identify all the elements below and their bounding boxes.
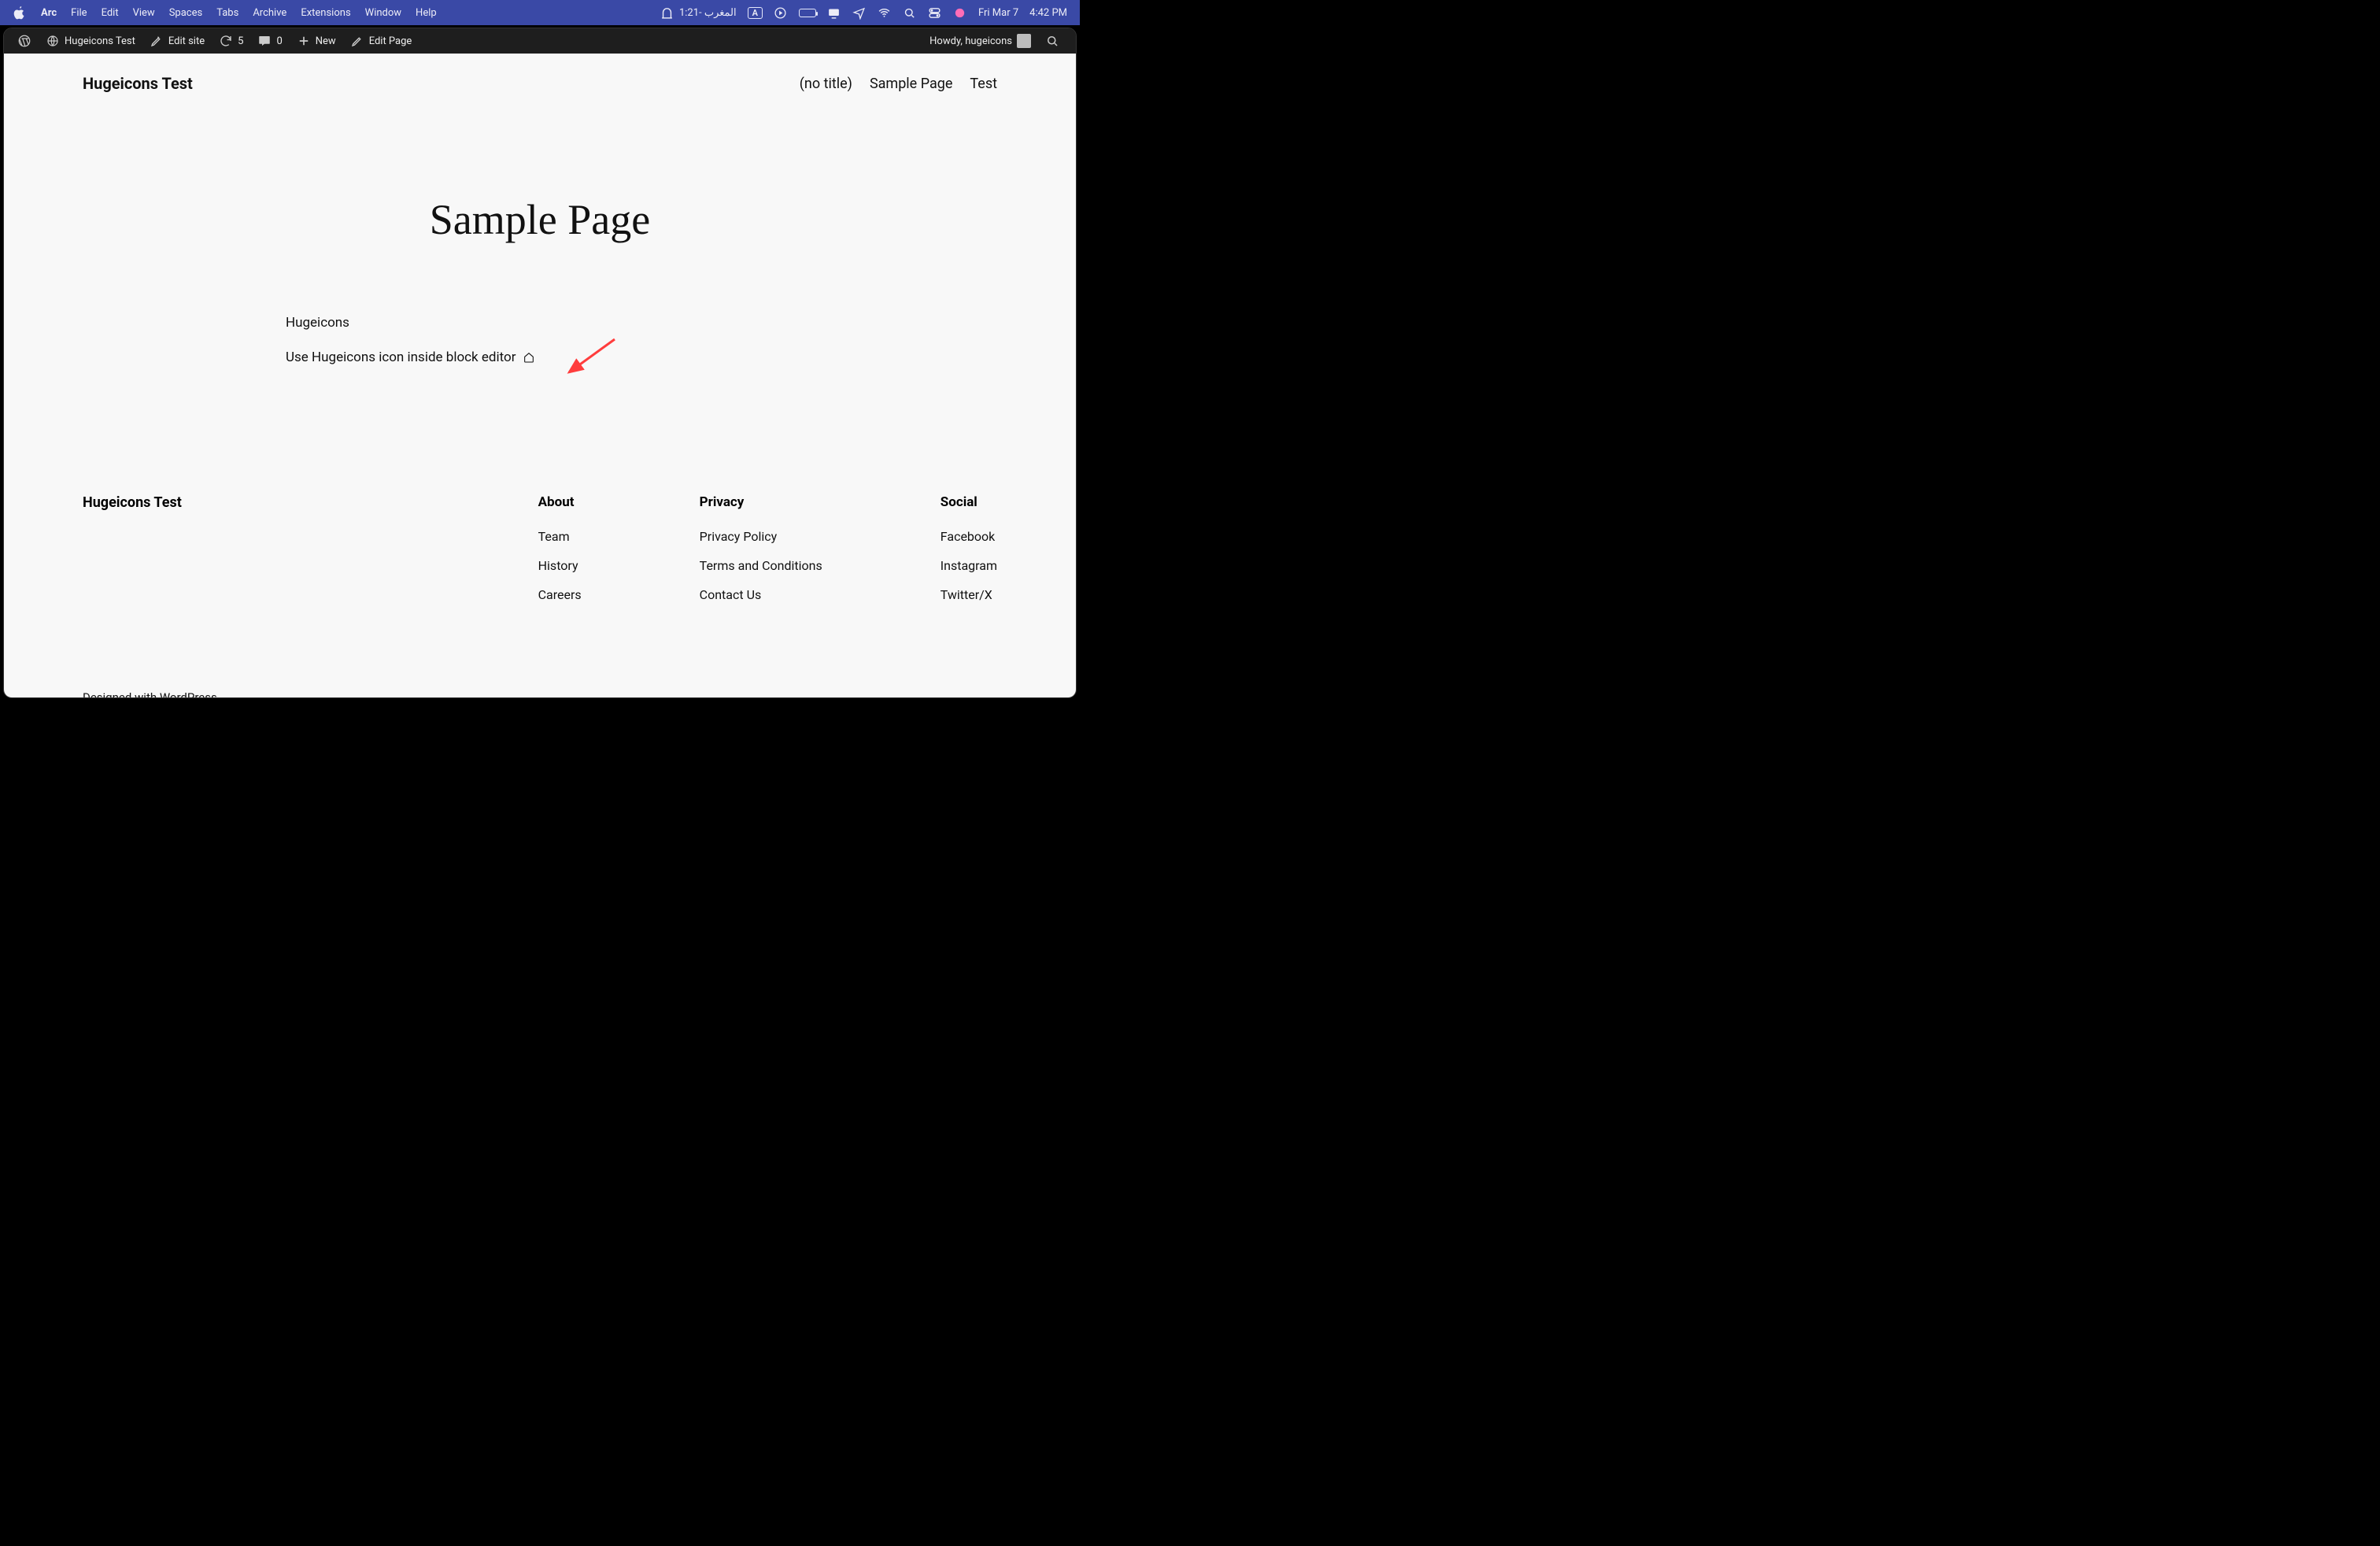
wp-updates-count: 5	[238, 35, 243, 47]
menubar-date[interactable]: Fri Mar 7	[978, 7, 1018, 19]
wp-comments-count: 0	[276, 35, 282, 47]
menubar-app-name[interactable]: Arc	[41, 7, 57, 19]
footer-col-privacy: Privacy Privacy Policy Terms and Conditi…	[700, 494, 822, 602]
battery-icon[interactable]	[799, 9, 816, 17]
nav-link-test[interactable]: Test	[970, 76, 997, 92]
now-playing-icon[interactable]	[774, 6, 788, 20]
wp-edit-page-link[interactable]: Edit Page	[343, 28, 419, 54]
status-app-icon[interactable]	[953, 6, 967, 20]
wp-edit-site-link[interactable]: Edit site	[142, 28, 212, 54]
browser-window: Hugeicons Test Edit site 5 0 New Edit Pa…	[3, 28, 1077, 698]
paragraph-1: Hugeicons	[286, 315, 794, 331]
footer-col-about: About Team History Careers	[538, 494, 582, 602]
wifi-icon[interactable]	[878, 6, 892, 20]
menubar-archive[interactable]: Archive	[253, 7, 286, 19]
site-header: Hugeicons Test (no title) Sample Page Te…	[4, 54, 1076, 101]
wp-search-button[interactable]	[1038, 28, 1066, 54]
location-icon[interactable]	[852, 6, 867, 20]
site-footer: Hugeicons Test About Team History Career…	[4, 479, 1076, 665]
footer-heading-privacy: Privacy	[700, 494, 822, 510]
nav-link-sample-page[interactable]: Sample Page	[870, 76, 952, 92]
wp-updates-link[interactable]: 5	[212, 28, 250, 54]
menubar-spaces[interactable]: Spaces	[169, 7, 203, 19]
menubar-help[interactable]: Help	[416, 7, 437, 19]
footer-link-history[interactable]: History	[538, 558, 578, 573]
menubar-window[interactable]: Window	[365, 7, 401, 19]
wp-new-link[interactable]: New	[290, 28, 343, 54]
menubar-extensions[interactable]: Extensions	[301, 7, 350, 19]
page-main: Sample Page Hugeicons Use Hugeicons icon…	[253, 101, 827, 479]
home-icon	[523, 351, 535, 364]
wp-edit-page-label: Edit Page	[369, 35, 412, 47]
site-nav: (no title) Sample Page Test	[800, 76, 997, 92]
wp-edit-site-label: Edit site	[168, 35, 205, 47]
wp-logo-button[interactable]	[10, 28, 39, 54]
menubar-tabs[interactable]: Tabs	[216, 7, 238, 19]
footer-link-team[interactable]: Team	[538, 529, 570, 544]
control-center-icon[interactable]	[928, 6, 942, 20]
paragraph-2: Use Hugeicons icon inside block editor	[286, 350, 794, 365]
paragraph-2-text: Use Hugeicons icon inside block editor	[286, 350, 519, 365]
wp-howdy-link[interactable]: Howdy, hugeicons	[922, 28, 1038, 54]
footer-link-terms[interactable]: Terms and Conditions	[700, 558, 822, 573]
avatar	[1017, 34, 1031, 48]
spotlight-icon[interactable]	[903, 6, 917, 20]
macos-menubar: Arc File Edit View Spaces Tabs Archive E…	[0, 0, 1080, 25]
menubar-prayer-time[interactable]: 1:21- المغرب	[660, 6, 737, 20]
wp-comments-link[interactable]: 0	[250, 28, 289, 54]
nav-link-no-title[interactable]: (no title)	[800, 76, 852, 92]
footer-link-careers[interactable]: Careers	[538, 587, 582, 602]
colophon-prefix: Designed with	[83, 690, 160, 697]
site-title[interactable]: Hugeicons Test	[83, 74, 193, 93]
footer-heading-social: Social	[941, 494, 997, 510]
footer-link-contact[interactable]: Contact Us	[700, 587, 762, 602]
menubar-file[interactable]: File	[71, 7, 87, 19]
footer-col-social: Social Facebook Instagram Twitter/X	[941, 494, 997, 602]
footer-link-twitter[interactable]: Twitter/X	[941, 587, 992, 602]
wp-new-label: New	[316, 35, 336, 47]
prayer-label: 1:21- المغرب	[679, 7, 737, 19]
language-badge[interactable]: A	[748, 7, 763, 19]
page-title: Sample Page	[268, 195, 811, 244]
wp-admin-bar: Hugeicons Test Edit site 5 0 New Edit Pa…	[4, 28, 1076, 54]
colophon-link[interactable]: WordPress	[160, 690, 217, 697]
wp-site-name: Hugeicons Test	[65, 35, 135, 47]
footer-link-instagram[interactable]: Instagram	[941, 558, 997, 573]
menubar-view[interactable]: View	[133, 7, 155, 19]
wp-site-name-link[interactable]: Hugeicons Test	[39, 28, 142, 54]
footer-brand[interactable]: Hugeicons Test	[83, 494, 182, 602]
screenshare-icon[interactable]	[827, 6, 841, 20]
menubar-edit[interactable]: Edit	[102, 7, 119, 19]
footer-link-privacy-policy[interactable]: Privacy Policy	[700, 529, 778, 544]
footer-heading-about: About	[538, 494, 582, 510]
apple-icon[interactable]	[13, 6, 27, 20]
arch-icon	[660, 6, 674, 20]
page-viewport: Hugeicons Test (no title) Sample Page Te…	[4, 54, 1076, 697]
colophon: Designed with WordPress	[4, 665, 1076, 697]
wp-howdy-label: Howdy, hugeicons	[929, 35, 1012, 47]
menubar-time[interactable]: 4:42 PM	[1029, 7, 1067, 19]
footer-link-facebook[interactable]: Facebook	[941, 529, 995, 544]
